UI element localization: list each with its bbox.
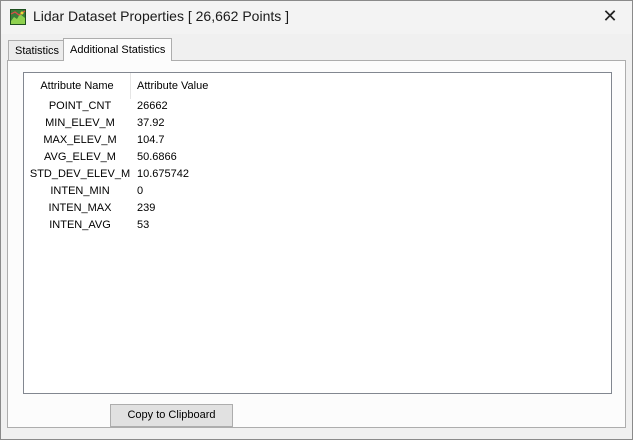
attribute-value-cell: 0 <box>137 185 144 197</box>
table-row[interactable]: INTEN_MIN 0 <box>24 183 611 200</box>
table-row[interactable]: AVG_ELEV_M 50.6866 <box>24 149 611 166</box>
table-row[interactable]: INTEN_AVG 53 <box>24 217 611 234</box>
window-title: Lidar Dataset Properties [ 26,662 Points… <box>33 8 290 24</box>
table-row[interactable]: POINT_CNT 26662 <box>24 98 611 115</box>
table-row[interactable]: INTEN_MAX 239 <box>24 200 611 217</box>
attribute-value-cell: 239 <box>137 202 156 214</box>
copy-to-clipboard-button[interactable]: Copy to Clipboard <box>110 404 233 427</box>
table-row[interactable]: MIN_ELEV_M 37.92 <box>24 115 611 132</box>
attribute-name-cell: AVG_ELEV_M <box>44 151 116 163</box>
lidar-app-icon <box>10 9 26 25</box>
attribute-name-cell: INTEN_MAX <box>48 202 112 214</box>
attribute-name-cell: INTEN_AVG <box>49 219 111 231</box>
attribute-name-cell: INTEN_MIN <box>50 185 110 197</box>
list-header: Attribute Name Attribute Value <box>24 73 611 99</box>
dialog-client-area: Statistics Additional Statistics Attribu… <box>1 34 632 439</box>
column-header-attribute-name[interactable]: Attribute Name <box>24 73 131 99</box>
tab-additional-statistics[interactable]: Additional Statistics <box>63 38 173 61</box>
title-bar[interactable]: Lidar Dataset Properties [ 26,662 Points… <box>1 1 632 34</box>
attribute-value-cell: 53 <box>137 219 150 231</box>
close-button[interactable]: ✕ <box>588 1 632 32</box>
table-row[interactable]: STD_DEV_ELEV_M 10.675742 <box>24 166 611 183</box>
attribute-value-cell: 104.7 <box>137 134 165 146</box>
dialog-window: Lidar Dataset Properties [ 26,662 Points… <box>0 0 633 440</box>
close-icon: ✕ <box>602 6 618 26</box>
attribute-value-cell: 26662 <box>137 100 168 112</box>
attribute-name-cell: MAX_ELEV_M <box>43 134 117 146</box>
attribute-name-cell: MIN_ELEV_M <box>45 117 115 129</box>
attribute-name-cell: POINT_CNT <box>48 100 112 112</box>
tab-panel-additional-statistics: Attribute Name Attribute Value POINT_CNT… <box>7 60 626 428</box>
attribute-value-cell: 10.675742 <box>137 168 189 180</box>
column-header-attribute-value[interactable]: Attribute Value <box>137 73 208 99</box>
table-row[interactable]: MAX_ELEV_M 104.7 <box>24 132 611 149</box>
tab-statistics[interactable]: Statistics <box>8 40 67 61</box>
attribute-list-view[interactable]: Attribute Name Attribute Value POINT_CNT… <box>23 72 612 394</box>
attribute-name-cell: STD_DEV_ELEV_M <box>29 168 131 180</box>
attribute-value-cell: 37.92 <box>137 117 165 129</box>
attribute-value-cell: 50.6866 <box>137 151 177 163</box>
list-rows: POINT_CNT 26662 MIN_ELEV_M 37.92 MAX_ELEV_M 1… <box>24 98 611 234</box>
